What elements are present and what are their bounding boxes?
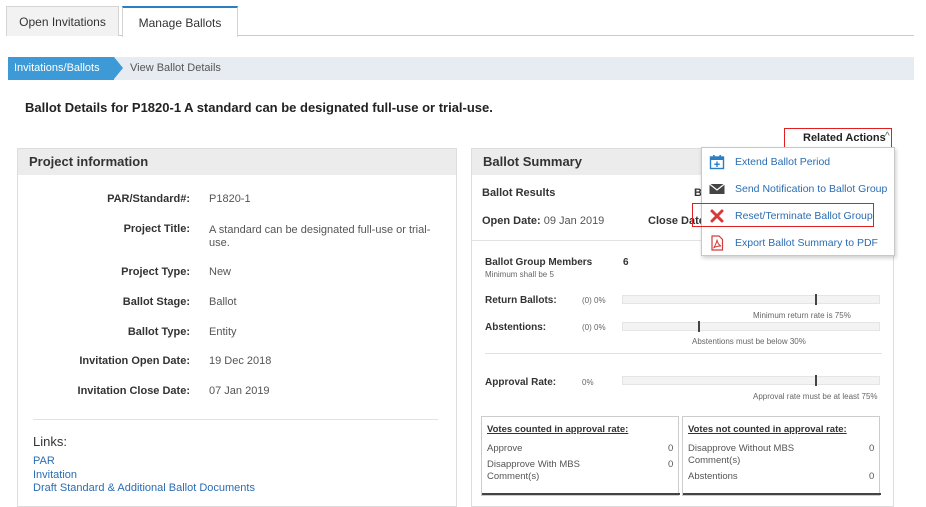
votes-counted-box: Votes counted in approval rate: Approve … xyxy=(481,416,680,496)
box-rule xyxy=(683,493,881,495)
return-progress-bar xyxy=(622,294,880,305)
envelope-icon xyxy=(709,183,725,194)
tab-manage-ballots[interactable]: Manage Ballots xyxy=(122,6,238,37)
menu-item-label: Export Ballot Summary to PDF xyxy=(735,237,878,249)
reset-highlight-box xyxy=(692,203,874,227)
info-value: Ballot xyxy=(209,296,237,308)
project-information-panel: Project information PAR/Standard#: P1820… xyxy=(17,148,457,507)
info-label: Project Title: xyxy=(123,223,190,235)
group-members-value: 6 xyxy=(623,257,629,268)
info-value: 07 Jan 2019 xyxy=(209,385,270,397)
approval-note: Approval rate must be at least 75% xyxy=(753,392,878,401)
return-ballots-label: Return Ballots: xyxy=(485,295,557,306)
box-rule xyxy=(482,493,680,495)
info-label: Ballot Stage: xyxy=(122,296,190,308)
return-threshold-marker xyxy=(815,294,817,305)
vote-row-abstentions: Abstentions xyxy=(688,471,738,482)
abstentions-threshold-marker xyxy=(698,321,700,332)
vote-count: 0 xyxy=(869,471,875,482)
breadcrumb-arrow xyxy=(114,57,123,79)
vote-count: 0 xyxy=(869,443,875,454)
vote-row-disapprove-without-mbs: Disapprove Without MBS Comment(s) xyxy=(688,443,795,466)
group-members-note: Minimum shall be 5 xyxy=(485,270,554,279)
page-title: Ballot Details for P1820-1 A standard ca… xyxy=(25,100,493,115)
menu-item-label: Extend Ballot Period xyxy=(735,156,831,168)
info-label: PAR/Standard#: xyxy=(107,193,190,205)
approval-progress-bar xyxy=(622,375,880,386)
menu-item-extend-ballot-period[interactable]: Extend Ballot Period xyxy=(702,151,896,175)
tab-bar: Open Invitations Manage Ballots xyxy=(6,6,914,37)
info-value: New xyxy=(209,266,232,278)
divider xyxy=(33,419,438,420)
menu-item-send-notification[interactable]: Send Notification to Ballot Group xyxy=(702,178,896,202)
pdf-icon xyxy=(711,235,724,251)
chevron-up-icon[interactable]: ^ xyxy=(885,131,890,142)
related-actions-menu: Extend Ballot Period Send Notification t… xyxy=(701,147,895,256)
votes-counted-title: Votes counted in approval rate: xyxy=(487,424,629,435)
abstentions-note: Abstentions must be below 30% xyxy=(692,337,806,346)
abstentions-label: Abstentions: xyxy=(485,322,547,333)
approval-rate-label: Approval Rate: xyxy=(485,377,557,388)
info-value: Entity xyxy=(209,326,237,338)
info-label: Project Type: xyxy=(121,266,190,278)
links-title: Links: xyxy=(33,434,67,449)
calendar-plus-icon xyxy=(709,155,725,170)
return-note: Minimum return rate is 75% xyxy=(753,311,851,320)
open-date-label: Open Date: xyxy=(482,215,541,227)
approval-threshold-marker xyxy=(815,375,817,386)
info-label: Ballot Type: xyxy=(127,326,190,338)
tab-open-invitations[interactable]: Open Invitations xyxy=(6,6,119,36)
breadcrumb-invitations-ballots[interactable]: Invitations/Ballots xyxy=(8,57,114,80)
vote-row-approve: Approve xyxy=(487,443,523,454)
vote-count: 0 xyxy=(668,443,674,454)
info-label: Invitation Close Date: xyxy=(77,385,190,397)
link-par[interactable]: PAR xyxy=(33,455,55,467)
menu-item-label: Send Notification to Ballot Group xyxy=(735,183,888,195)
info-value: A standard can be designated full-use or… xyxy=(209,224,431,249)
breadcrumb: Invitations/Ballots View Ballot Details xyxy=(8,57,914,80)
info-label: Invitation Open Date: xyxy=(79,355,190,367)
info-value: 19 Dec 2018 xyxy=(209,355,272,367)
abstentions-progress-bar xyxy=(622,321,880,332)
link-draft-standard[interactable]: Draft Standard & Additional Ballot Docum… xyxy=(33,482,255,494)
vote-row-disapprove-with-mbs: Disapprove With MBS Comment(s) xyxy=(487,459,580,482)
menu-item-export-pdf[interactable]: Export Ballot Summary to PDF xyxy=(702,232,896,256)
votes-not-counted-box: Votes not counted in approval rate: Disa… xyxy=(682,416,881,496)
group-members-label: Ballot Group Members xyxy=(485,257,593,268)
breadcrumb-view-ballot-details: View Ballot Details xyxy=(130,62,221,74)
ballot-results-label: Ballot Results xyxy=(482,187,556,199)
vote-count: 0 xyxy=(668,459,674,470)
link-invitation[interactable]: Invitation xyxy=(33,469,77,481)
panel-title: Project information xyxy=(18,149,456,175)
abstentions-value: (0) 0% xyxy=(582,323,606,332)
info-value: P1820-1 xyxy=(209,193,251,205)
open-date-value: 09 Jan 2019 xyxy=(543,215,605,227)
votes-not-counted-title: Votes not counted in approval rate: xyxy=(688,424,847,435)
divider xyxy=(485,353,882,354)
open-date: Open Date: 09 Jan 2019 xyxy=(482,215,604,227)
return-ballots-value: (0) 0% xyxy=(582,296,606,305)
approval-rate-value: 0% xyxy=(582,378,594,387)
